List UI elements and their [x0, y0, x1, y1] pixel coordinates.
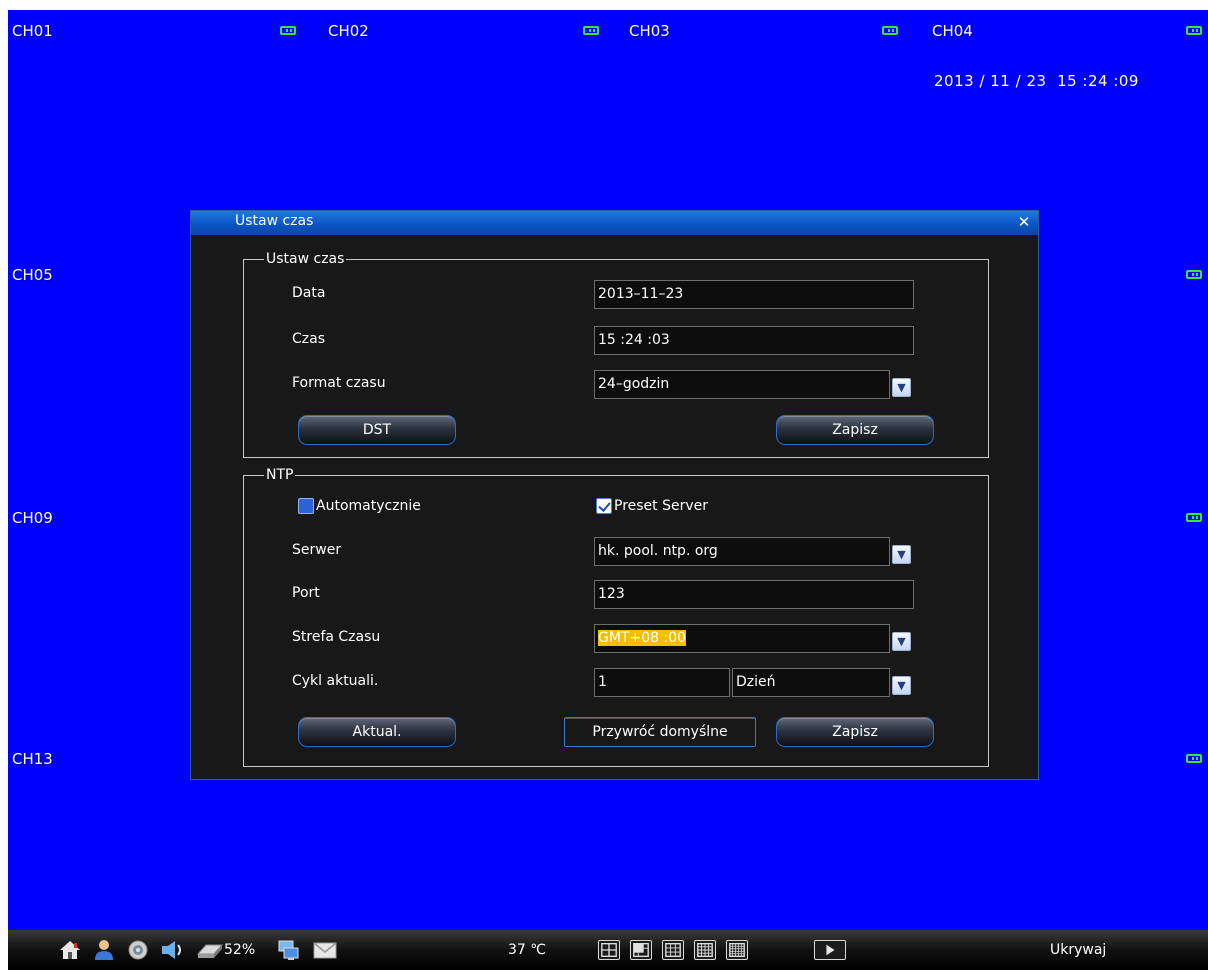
time-format-select[interactable]: 24–godzin [594, 370, 890, 399]
dst-button[interactable]: DST [298, 415, 456, 445]
taskbar: 52% 37 ℃ Ukrywaj [8, 930, 1208, 970]
video-wall: CH01 CH02 CH03 CH04 2013 / 11 / 23 15 :2… [8, 10, 1208, 970]
time-settings-group: Ustaw czas Data 2013–11–23 Czas 15 :24 :… [243, 250, 989, 458]
layout-1-icon[interactable] [598, 940, 620, 960]
group-title: Ustaw czas [264, 250, 347, 268]
date-field[interactable]: 2013–11–23 [594, 280, 914, 309]
auto-label: Automatycznie [316, 498, 421, 514]
record-status-icon [1186, 26, 1202, 35]
ntp-group: NTP Automatycznie Preset Server Serwer h… [243, 466, 989, 767]
restore-defaults-button[interactable]: Przywróć domyślne [564, 717, 756, 747]
save-ntp-button[interactable]: Zapisz [776, 717, 934, 747]
record-status-icon [882, 26, 898, 35]
channel-label-ch03: CH03 [629, 22, 670, 40]
port-field[interactable]: 123 [594, 580, 914, 609]
preset-server-checkbox[interactable] [596, 498, 612, 514]
user-icon[interactable] [92, 939, 116, 961]
server-label: Serwer [292, 542, 342, 558]
channel-label-ch13: CH13 [12, 750, 53, 768]
audio-icon[interactable] [160, 939, 184, 961]
channel-label-ch09: CH09 [12, 509, 53, 527]
channel-label-ch04: CH04 [932, 22, 973, 40]
group-title: NTP [264, 466, 296, 484]
disk-icon[interactable] [196, 939, 224, 961]
save-time-button[interactable]: Zapisz [776, 415, 934, 445]
dialog-titlebar[interactable]: Ustaw czas ✕ [191, 211, 1038, 235]
update-cycle-field[interactable]: 1 [594, 668, 730, 697]
temperature-text: 37 ℃ [508, 942, 546, 958]
auto-checkbox[interactable] [298, 498, 314, 514]
disk-usage-text: 52% [224, 942, 256, 958]
record-status-icon [1186, 754, 1202, 763]
record-status-icon [1186, 513, 1202, 522]
osd-datetime: 2013 / 11 / 23 15 :24 :09 [934, 72, 1139, 90]
alarm-icon[interactable] [126, 939, 150, 961]
layout-4-icon[interactable] [630, 940, 652, 960]
time-label: Czas [292, 331, 325, 347]
port-label: Port [292, 585, 320, 601]
update-cycle-unit-select[interactable]: Dzień [732, 668, 890, 697]
set-time-dialog: Ustaw czas ✕ Ustaw czas Data 2013–11–23 … [190, 210, 1039, 780]
update-cycle-label: Cykl aktuali. [292, 673, 379, 689]
close-icon[interactable]: ✕ [1016, 213, 1032, 231]
network-icon[interactable] [276, 939, 300, 961]
record-status-icon [583, 26, 599, 35]
layout-9-icon[interactable] [662, 940, 684, 960]
record-status-icon [280, 26, 296, 35]
layout-25-icon[interactable] [726, 940, 748, 960]
chevron-down-icon[interactable]: ▼ [892, 632, 911, 651]
mail-icon[interactable] [312, 939, 338, 961]
date-label: Data [292, 285, 326, 301]
preset-server-label: Preset Server [614, 498, 709, 514]
server-select[interactable]: hk. pool. ntp. org [594, 537, 890, 566]
time-format-label: Format czasu [292, 375, 386, 391]
timezone-label: Strefa Czasu [292, 629, 381, 645]
channel-label-ch02: CH02 [328, 22, 369, 40]
chevron-down-icon[interactable]: ▼ [892, 676, 911, 695]
dialog-title: Ustaw czas [235, 213, 314, 229]
chevron-down-icon[interactable]: ▼ [892, 545, 911, 564]
hide-taskbar-button[interactable]: Ukrywaj [1050, 941, 1106, 959]
update-now-button[interactable]: Aktual. [298, 717, 456, 747]
home-icon[interactable] [58, 939, 82, 961]
time-field[interactable]: 15 :24 :03 [594, 326, 914, 355]
layout-16-icon[interactable] [694, 940, 716, 960]
play-icon[interactable] [814, 940, 846, 960]
channel-label-ch01: CH01 [12, 22, 53, 40]
chevron-down-icon[interactable]: ▼ [892, 378, 911, 397]
channel-label-ch05: CH05 [12, 266, 53, 284]
timezone-select[interactable]: GMT+08 :00 [594, 624, 890, 653]
record-status-icon [1186, 270, 1202, 279]
